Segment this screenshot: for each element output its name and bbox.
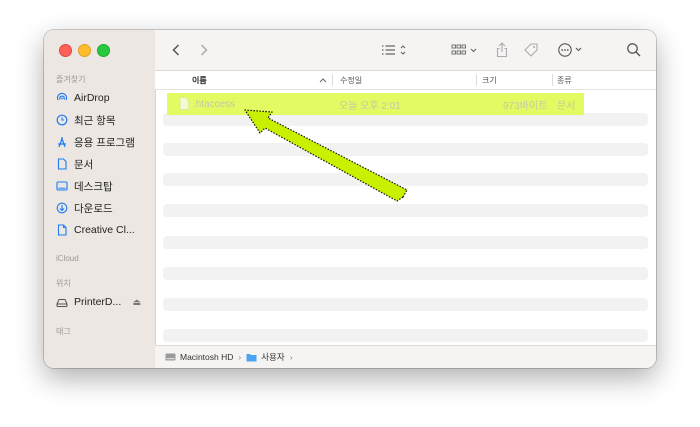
tag-button[interactable] bbox=[523, 40, 539, 60]
document-icon bbox=[56, 158, 68, 170]
file-list bbox=[155, 90, 656, 346]
empty-row bbox=[163, 267, 648, 280]
sidebar-item-label: Creative Cl... bbox=[74, 224, 135, 236]
finder-window: 즐겨찾기 AirDrop 최근 항목 응용 프로그램 문서 데스크탑 다운로드 … bbox=[44, 30, 656, 368]
empty-row bbox=[163, 236, 648, 249]
sidebar-item-applications[interactable]: 응용 프로그램 bbox=[56, 132, 149, 152]
eject-icon[interactable]: ⏏ bbox=[132, 297, 141, 308]
disk-icon bbox=[56, 296, 68, 308]
column-size[interactable]: 크기 bbox=[482, 71, 497, 89]
airdrop-icon bbox=[56, 92, 68, 104]
chevron-up-icon bbox=[319, 78, 327, 83]
hard-drive-icon bbox=[165, 352, 176, 362]
clock-icon bbox=[56, 114, 68, 126]
forward-button[interactable] bbox=[199, 40, 209, 60]
action-menu-button[interactable] bbox=[557, 40, 587, 60]
column-name[interactable]: 이름 bbox=[192, 71, 207, 89]
toolbar bbox=[155, 30, 656, 71]
search-icon bbox=[627, 43, 641, 57]
sidebar-item-label: AirDrop bbox=[74, 92, 110, 104]
column-kind[interactable]: 종류 bbox=[557, 71, 572, 89]
chevron-left-icon bbox=[172, 44, 180, 56]
folder-icon bbox=[246, 353, 257, 362]
empty-row bbox=[163, 173, 648, 186]
empty-row bbox=[163, 298, 648, 311]
column-divider bbox=[476, 74, 477, 86]
file-icon bbox=[56, 224, 68, 236]
share-button[interactable] bbox=[495, 40, 509, 60]
path-bar: Macintosh HD › 사용자 › bbox=[155, 345, 656, 368]
sidebar-item-label: 데스크탑 bbox=[74, 180, 113, 193]
file-name: .htaccess bbox=[193, 98, 236, 110]
column-header: 이름 수정일 크기 종류 bbox=[155, 71, 656, 90]
download-icon bbox=[56, 202, 68, 214]
zoom-button[interactable] bbox=[97, 44, 110, 57]
column-divider bbox=[332, 74, 333, 86]
path-item-disk[interactable]: Macintosh HD bbox=[180, 352, 233, 362]
sidebar-item-downloads[interactable]: 다운로드 bbox=[56, 198, 149, 218]
share-icon bbox=[496, 42, 508, 58]
chevron-right-icon bbox=[200, 44, 208, 56]
search-button[interactable] bbox=[626, 40, 642, 60]
view-options-button[interactable] bbox=[381, 40, 411, 60]
sidebar-item-recents[interactable]: 최근 항목 bbox=[56, 110, 149, 130]
list-view-icon bbox=[382, 45, 406, 55]
chevron-right-icon: › bbox=[238, 352, 242, 362]
locations-header: 위치 bbox=[56, 279, 71, 288]
grid-icon bbox=[451, 44, 477, 55]
sidebar-item-airdrop[interactable]: AirDrop bbox=[56, 88, 149, 108]
close-button[interactable] bbox=[59, 44, 72, 57]
sidebar-item-label: PrinterD... bbox=[74, 296, 122, 308]
sidebar-item-label: 문서 bbox=[74, 158, 94, 171]
tag-icon bbox=[524, 43, 538, 57]
tags-header: 태그 bbox=[56, 327, 71, 336]
file-icon bbox=[179, 97, 189, 113]
sidebar: 즐겨찾기 AirDrop 최근 항목 응용 프로그램 문서 데스크탑 다운로드 … bbox=[44, 30, 156, 368]
sidebar-item-label: 최근 항목 bbox=[74, 114, 116, 127]
empty-row bbox=[163, 143, 648, 156]
file-size: 973바이트 bbox=[503, 100, 548, 112]
ellipsis-circle-icon bbox=[558, 43, 582, 57]
column-modified[interactable]: 수정일 bbox=[340, 71, 362, 89]
sidebar-item-creative-cloud[interactable]: Creative Cl... bbox=[56, 220, 149, 240]
applications-icon bbox=[56, 136, 68, 148]
minimize-button[interactable] bbox=[78, 44, 91, 57]
sidebar-item-documents[interactable]: 문서 bbox=[56, 154, 149, 174]
desktop-icon bbox=[56, 180, 68, 192]
sidebar-item-printer-disk[interactable]: PrinterD... ⏏ bbox=[56, 292, 149, 312]
icloud-header: iCloud bbox=[56, 254, 79, 263]
file-modified: 오늘 오후 2:01 bbox=[339, 100, 401, 112]
chevron-right-icon: › bbox=[289, 352, 293, 362]
sidebar-item-label: 다운로드 bbox=[74, 202, 113, 215]
sidebar-item-label: 응용 프로그램 bbox=[74, 136, 135, 149]
window-controls bbox=[59, 44, 110, 57]
empty-row bbox=[163, 329, 648, 342]
favorites-header: 즐겨찾기 bbox=[56, 75, 86, 84]
file-kind: 문서 bbox=[557, 100, 576, 112]
column-divider bbox=[552, 74, 553, 86]
empty-row bbox=[163, 204, 648, 217]
group-button[interactable] bbox=[451, 40, 481, 60]
back-button[interactable] bbox=[171, 40, 181, 60]
sidebar-item-desktop[interactable]: 데스크탑 bbox=[56, 176, 149, 196]
file-row-htaccess[interactable]: .htaccess 오늘 오후 2:01 973바이트 문서 bbox=[167, 93, 584, 115]
path-item-folder[interactable]: 사용자 bbox=[261, 351, 284, 363]
